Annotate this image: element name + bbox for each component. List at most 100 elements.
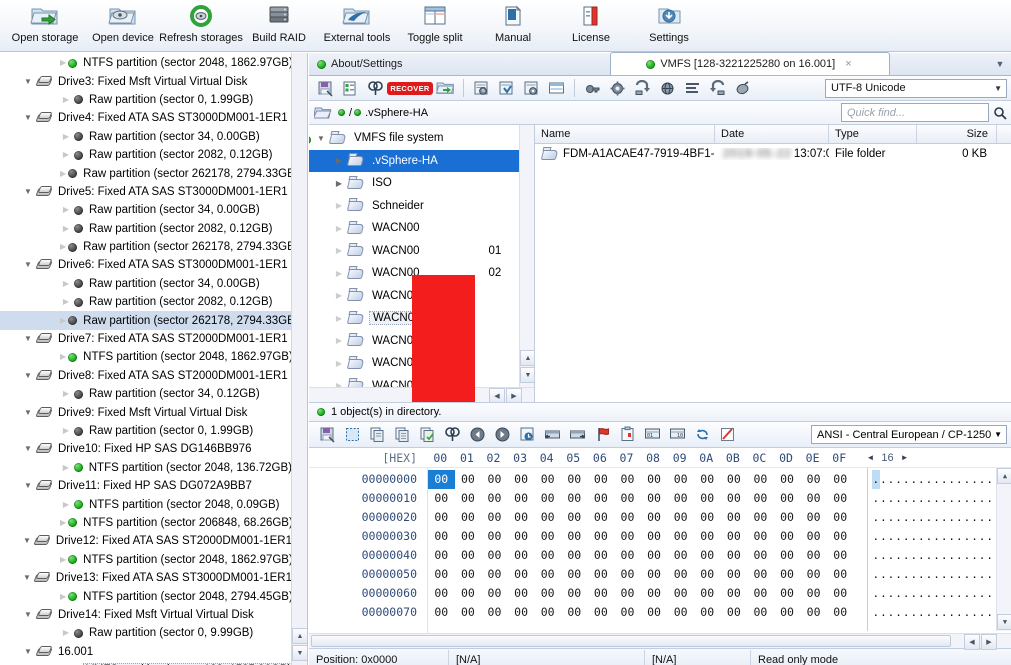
bookmark-flag-icon[interactable] [590, 424, 614, 446]
tree-item-drive[interactable]: ▼ Drive10: Fixed HP SAS DG146BB976 [0, 440, 292, 458]
ascii-cell[interactable]: . [933, 489, 941, 508]
ascii-cell[interactable]: . [963, 527, 971, 546]
tree-item-partition[interactable]: ▶ Raw partition (sector 2082, 0.12GB) [0, 220, 292, 238]
hex-byte-cell[interactable]: 00 [774, 470, 801, 489]
recover-badge[interactable]: RECOVER [387, 77, 433, 99]
hex-byte-cell[interactable]: 00 [641, 489, 668, 508]
ascii-cell[interactable]: . [948, 489, 956, 508]
ascii-cell[interactable]: . [948, 565, 956, 584]
hex-byte-cell[interactable]: 00 [588, 546, 615, 565]
ascii-cell[interactable]: . [986, 584, 994, 603]
hex-byte-cell[interactable]: 00 [428, 470, 455, 489]
hex-byte-cell[interactable]: 00 [694, 527, 721, 546]
hex-byte-cell[interactable]: 00 [800, 470, 827, 489]
ascii-cell[interactable]: . [925, 470, 933, 489]
file-list-panel[interactable]: Name Date Type Size FDM-A1ACAE47-7919-4BF1-… [535, 125, 1011, 402]
breadcrumb-item[interactable]: / [338, 107, 352, 119]
twisty-icon[interactable]: ▼ [22, 537, 32, 545]
ascii-cell[interactable]: . [963, 489, 971, 508]
hex-byte-cell[interactable]: 00 [428, 603, 455, 622]
twisty-icon[interactable]: ▼ [22, 187, 34, 196]
ascii-cell[interactable]: . [978, 489, 986, 508]
tree-item-partition[interactable]: ▶ Raw partition (sector 2082, 0.12GB) [0, 293, 292, 311]
ascii-cell[interactable]: . [971, 508, 979, 527]
copy-icon[interactable] [365, 424, 389, 446]
hex-byte-cell[interactable]: 00 [641, 527, 668, 546]
tree-item-drive[interactable]: ▼ Drive6: Fixed ATA SAS ST3000DM001-1ER1 [0, 256, 292, 274]
ascii-cell[interactable]: . [971, 489, 979, 508]
ascii-cell[interactable]: . [872, 470, 880, 489]
hex-byte-cell[interactable]: 00 [721, 603, 748, 622]
ascii-cell[interactable]: . [895, 489, 903, 508]
twisty-icon[interactable]: ▼ [22, 261, 34, 269]
ascii-cell[interactable]: . [933, 527, 941, 546]
hex-byte-cell[interactable]: 00 [614, 565, 641, 584]
ascii-cell[interactable]: . [986, 565, 994, 584]
ascii-cell[interactable]: . [925, 527, 933, 546]
ascii-cell[interactable]: . [910, 603, 918, 622]
paint-icon[interactable] [730, 77, 754, 99]
hex-byte-cell[interactable]: 00 [508, 489, 535, 508]
ascii-cell[interactable]: . [872, 584, 880, 603]
ascii-cell[interactable]: . [978, 508, 986, 527]
hex-byte-cell[interactable]: 00 [534, 470, 561, 489]
refresh-hex-icon[interactable] [690, 424, 714, 446]
tree-item-drive[interactable]: ▼ Drive7: Fixed ATA SAS ST2000DM001-1ER1 [0, 330, 292, 348]
breadcrumb-item[interactable]: .vSphere-HA [354, 107, 428, 119]
ascii-cell[interactable]: . [887, 489, 895, 508]
hex-byte-cell[interactable]: 00 [694, 508, 721, 527]
bytes-per-row-prev[interactable]: ◄ [867, 453, 875, 462]
tree-item-drive[interactable]: ▼ Drive8: Fixed ATA SAS ST2000DM001-1ER1 [0, 367, 292, 385]
ascii-cell[interactable]: . [895, 565, 903, 584]
ascii-cell[interactable]: . [956, 565, 964, 584]
file-list-header[interactable]: Name Date Type Size [535, 125, 1011, 144]
fs-tree-scroll-left[interactable]: ◀ [489, 388, 505, 402]
hex-byte-cell[interactable]: 00 [561, 470, 588, 489]
ascii-cell[interactable]: . [918, 508, 926, 527]
key-icon[interactable] [580, 77, 604, 99]
hex-byte-cell[interactable]: 00 [455, 489, 482, 508]
hex-byte-cell[interactable]: 00 [455, 527, 482, 546]
ascii-cell[interactable]: . [986, 546, 994, 565]
hex-byte-cell[interactable]: 00 [534, 603, 561, 622]
ascii-cell[interactable]: . [918, 565, 926, 584]
ascii-cell[interactable]: . [948, 508, 956, 527]
hex-byte-cell[interactable]: 00 [774, 527, 801, 546]
hex-byte-cell[interactable]: 00 [641, 565, 668, 584]
hex-byte-cell[interactable]: 00 [561, 565, 588, 584]
tree-item-partition[interactable]: ▶ NTFS partition (sector 2048, 1862.97GB) [0, 551, 292, 569]
twisty-icon[interactable]: ▼ [22, 114, 34, 122]
hex-byte-cell[interactable]: 00 [508, 584, 535, 603]
hex-byte-cell[interactable]: 00 [481, 489, 508, 508]
ascii-cell[interactable]: . [978, 527, 986, 546]
back-icon[interactable] [465, 424, 489, 446]
ascii-cell[interactable]: . [956, 489, 964, 508]
storage-tree-scrollbar[interactable]: ▲ ▼ [291, 53, 307, 665]
hex-scroll-right[interactable]: ▶ [981, 634, 997, 650]
license-button[interactable]: License [552, 0, 630, 50]
hex-byte-cell[interactable]: 00 [827, 470, 854, 489]
hex-scroll-down[interactable]: ▼ [997, 614, 1011, 630]
fs-tree-item[interactable]: ▶ ISO [309, 172, 519, 195]
scan-target-icon[interactable] [519, 77, 543, 99]
hex-byte-cell[interactable]: 00 [561, 603, 588, 622]
ascii-cell[interactable]: . [887, 527, 895, 546]
hex-byte-cell[interactable]: 00 [827, 603, 854, 622]
clipboard-icon[interactable] [615, 424, 639, 446]
tree-item-partition[interactable]: ▶ Raw partition (sector 34, 0.00GB) [0, 201, 292, 219]
tree-item-drive[interactable]: ▼ 16.001 [0, 643, 292, 661]
ascii-cell[interactable]: . [971, 527, 979, 546]
hex-byte-cell[interactable]: 00 [481, 546, 508, 565]
hex-byte-cell[interactable]: 00 [800, 565, 827, 584]
hex-byte-cell[interactable]: 00 [455, 546, 482, 565]
hex-byte-cell[interactable]: 00 [534, 565, 561, 584]
hex-byte-cell[interactable]: 00 [827, 508, 854, 527]
ascii-cell[interactable]: . [933, 584, 941, 603]
hex-byte-cell[interactable]: 00 [694, 603, 721, 622]
hex-byte-cell[interactable]: 00 [614, 508, 641, 527]
ascii-cell[interactable]: . [925, 546, 933, 565]
refresh-storages-button[interactable]: Refresh storages [159, 0, 243, 50]
ascii-cell[interactable]: . [956, 603, 964, 622]
hex-byte-cell[interactable]: 00 [774, 489, 801, 508]
hex-byte-cell[interactable]: 00 [508, 470, 535, 489]
